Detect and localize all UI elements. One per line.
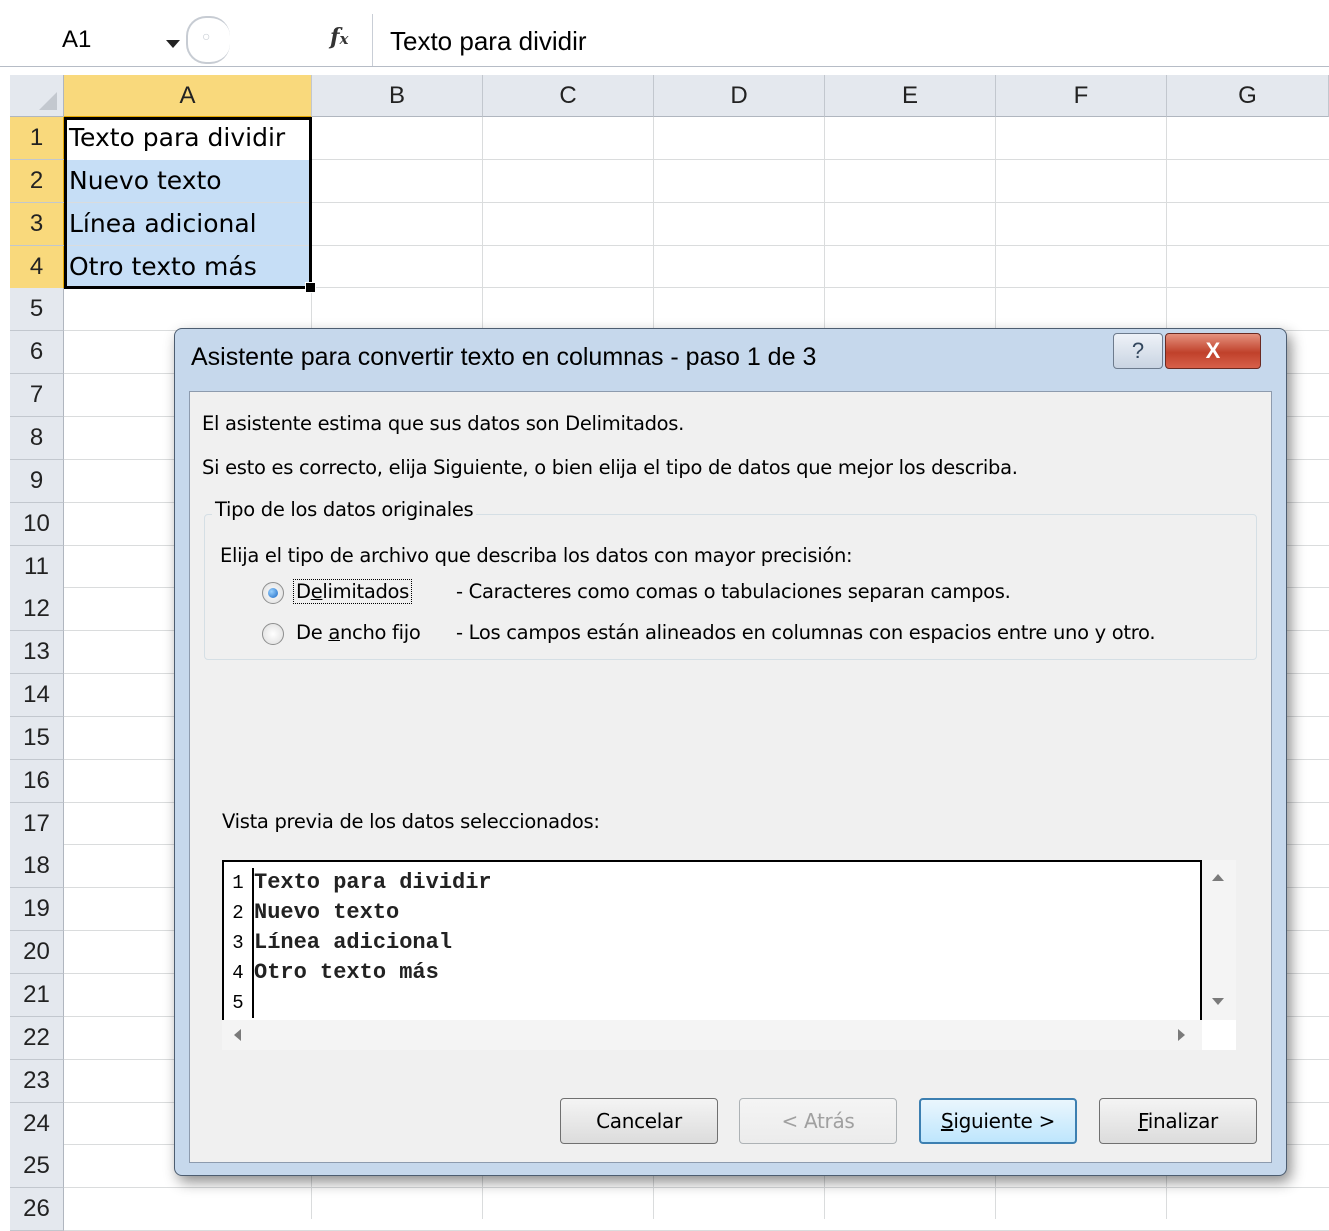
chevron-down-icon[interactable] bbox=[166, 40, 180, 48]
formula-bar-divider bbox=[372, 14, 373, 66]
preview-row: 4 Otro texto más bbox=[224, 958, 1200, 988]
preview-row-number: 1 bbox=[224, 868, 254, 898]
row-header-4[interactable]: 4 bbox=[10, 245, 65, 289]
column-header-a[interactable]: A bbox=[64, 75, 312, 118]
group-prompt: Elija el tipo de archivo que describa lo… bbox=[220, 544, 853, 567]
radio-fixed-width[interactable] bbox=[262, 623, 284, 645]
row-header-1[interactable]: 1 bbox=[10, 117, 65, 160]
row-header-8[interactable]: 8 bbox=[10, 416, 64, 460]
text-to-columns-dialog: Asistente para convertir texto en column… bbox=[174, 328, 1287, 1176]
row-header-21[interactable]: 21 bbox=[10, 974, 64, 1017]
row-header-16[interactable]: 16 bbox=[10, 759, 64, 803]
column-header-d[interactable]: D bbox=[654, 75, 825, 117]
cell-a3[interactable]: Línea adicional bbox=[64, 203, 311, 245]
row-header-2[interactable]: 2 bbox=[10, 159, 65, 203]
radio-selected-dot bbox=[268, 588, 278, 598]
formula-input[interactable]: Texto para dividir bbox=[390, 26, 587, 57]
row-header-15[interactable]: 15 bbox=[10, 716, 64, 760]
preview-row-number: 4 bbox=[224, 958, 254, 988]
preview-row-text: Nuevo texto bbox=[254, 900, 400, 925]
row-header-22[interactable]: 22 bbox=[10, 1016, 64, 1060]
help-button[interactable]: ? bbox=[1113, 333, 1163, 369]
column-header-f[interactable]: F bbox=[996, 75, 1167, 117]
finish-button[interactable]: Finalizar bbox=[1099, 1098, 1257, 1144]
preview-horizontal-scrollbar[interactable] bbox=[222, 1020, 1202, 1050]
option-fixed-width-label[interactable]: De ancho fijo bbox=[296, 621, 421, 644]
preview-row-text: Línea adicional bbox=[254, 930, 453, 955]
preview-vertical-scrollbar[interactable] bbox=[1202, 860, 1236, 1020]
close-button[interactable]: X bbox=[1165, 333, 1261, 369]
scroll-left-icon[interactable] bbox=[234, 1029, 241, 1041]
preview-row-text: Otro texto más bbox=[254, 960, 439, 985]
preview-row-number: 5 bbox=[224, 988, 254, 1018]
radio-delimited[interactable] bbox=[262, 582, 284, 604]
row-header-6[interactable]: 6 bbox=[10, 331, 64, 375]
preview-row: 5 bbox=[224, 988, 1200, 1018]
row-header-13[interactable]: 13 bbox=[10, 631, 64, 675]
dialog-title: Asistente para convertir texto en column… bbox=[191, 343, 817, 371]
row-header-19[interactable]: 19 bbox=[10, 888, 64, 932]
column-header-c[interactable]: C bbox=[483, 75, 654, 117]
data-preview[interactable]: 1 Texto para dividir 2 Nuevo texto 3 Lín… bbox=[222, 860, 1236, 1050]
preview-row-number: 3 bbox=[224, 928, 254, 958]
formula-bar: A1 ○ fx Texto para dividir bbox=[0, 10, 1329, 67]
option-delimited-label[interactable]: Delimitados bbox=[292, 579, 413, 604]
preview-label: Vista previa de los datos seleccionados: bbox=[222, 810, 600, 833]
back-button[interactable]: < Atrás bbox=[739, 1098, 897, 1144]
row-header-9[interactable]: 9 bbox=[10, 459, 64, 503]
cell-a2[interactable]: Nuevo texto bbox=[64, 160, 311, 202]
formula-bar-resize-handle[interactable]: ○ bbox=[186, 16, 230, 64]
row-header-23[interactable]: 23 bbox=[10, 1059, 64, 1103]
column-header-g[interactable]: G bbox=[1167, 75, 1329, 117]
row-header-12[interactable]: 12 bbox=[10, 588, 64, 632]
name-box[interactable]: A1 bbox=[8, 26, 183, 60]
intro-line-1: El asistente estima que sus datos son De… bbox=[202, 412, 685, 435]
name-box-value[interactable]: A1 bbox=[62, 26, 91, 54]
group-label: Tipo de los datos originales bbox=[212, 498, 477, 521]
scroll-up-icon[interactable] bbox=[1212, 874, 1224, 881]
row-header-18[interactable]: 18 bbox=[10, 845, 64, 889]
preview-row: 2 Nuevo texto bbox=[224, 898, 1200, 928]
row-header-5[interactable]: 5 bbox=[10, 288, 64, 332]
column-header-b[interactable]: B bbox=[312, 75, 483, 117]
focus-rectangle: Delimitados bbox=[292, 579, 413, 604]
row-header-10[interactable]: 10 bbox=[10, 502, 64, 546]
row-header-11[interactable]: 11 bbox=[10, 545, 64, 589]
column-header-e[interactable]: E bbox=[825, 75, 996, 117]
next-button[interactable]: Siguiente > bbox=[919, 1098, 1077, 1144]
row-header-20[interactable]: 20 bbox=[10, 931, 64, 975]
intro-line-2: Si esto es correcto, elija Siguiente, o … bbox=[202, 456, 1018, 479]
select-all-corner[interactable] bbox=[10, 75, 64, 117]
preview-row-text: Texto para dividir bbox=[254, 870, 492, 895]
row-header-17[interactable]: 17 bbox=[10, 802, 64, 846]
row-header-14[interactable]: 14 bbox=[10, 674, 64, 718]
preview-row: 3 Línea adicional bbox=[224, 928, 1200, 958]
row-header-26[interactable]: 26 bbox=[10, 1188, 64, 1231]
preview-content: 1 Texto para dividir 2 Nuevo texto 3 Lín… bbox=[222, 860, 1202, 1020]
preview-row: 1 Texto para dividir bbox=[224, 868, 1200, 898]
cell-a1[interactable]: Texto para dividir bbox=[64, 117, 311, 159]
fx-icon[interactable]: fx bbox=[330, 24, 348, 50]
cancel-button[interactable]: Cancelar bbox=[560, 1098, 718, 1144]
option-delimited-description: - Caracteres como comas o tabulaciones s… bbox=[456, 580, 1011, 603]
dialog-titlebar[interactable]: Asistente para convertir texto en column… bbox=[175, 329, 1286, 389]
dialog-body: El asistente estima que sus datos son De… bbox=[189, 391, 1272, 1163]
row-header-3[interactable]: 3 bbox=[10, 202, 65, 246]
row-header-24[interactable]: 24 bbox=[10, 1102, 64, 1146]
preview-row-number: 2 bbox=[224, 898, 254, 928]
scroll-down-icon[interactable] bbox=[1212, 998, 1224, 1005]
scroll-right-icon[interactable] bbox=[1178, 1029, 1185, 1041]
row-header-7[interactable]: 7 bbox=[10, 374, 64, 418]
option-fixed-width-description: - Los campos están alineados en columnas… bbox=[456, 621, 1156, 644]
row-header-25[interactable]: 25 bbox=[10, 1145, 64, 1189]
grid-row-line bbox=[64, 1187, 1329, 1189]
cell-a4[interactable]: Otro texto más bbox=[64, 246, 311, 288]
